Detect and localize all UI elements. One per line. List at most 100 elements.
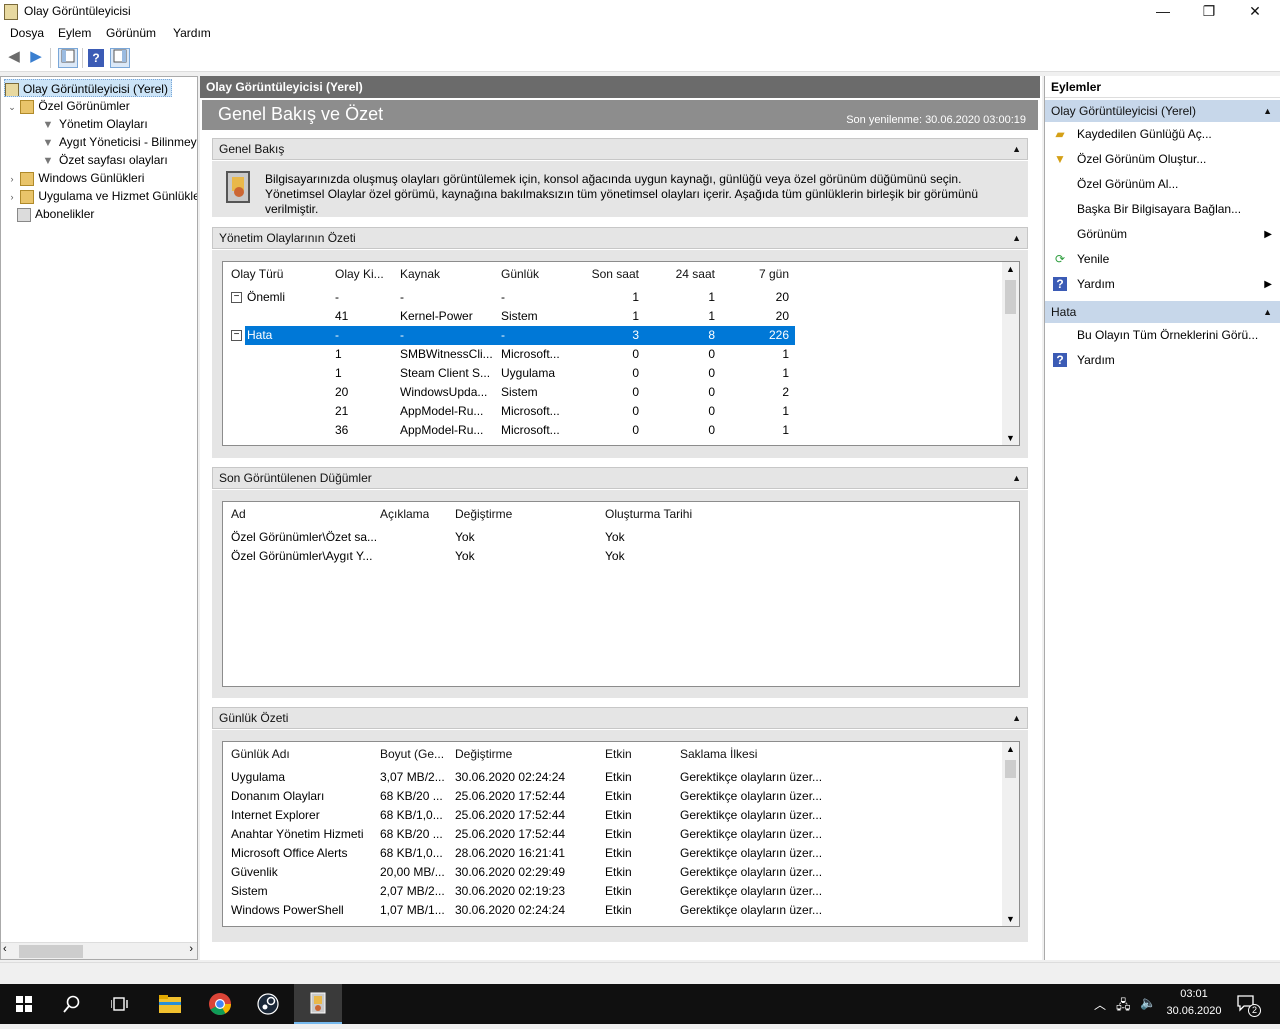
col-24-hours[interactable]: 24 saat xyxy=(645,265,715,284)
menu-gorunum[interactable]: Görünüm xyxy=(106,26,156,40)
col-name[interactable]: Ad xyxy=(231,505,246,524)
collapse-caret-icon[interactable]: ▲ xyxy=(1012,139,1021,159)
volume-icon[interactable]: 🔈 xyxy=(1140,995,1156,1011)
scroll-left-arrow-icon[interactable]: ‹ xyxy=(3,943,7,955)
expand-arrow-icon[interactable]: › xyxy=(7,170,17,187)
table-row[interactable]: 21 AppModel-Ru... Microsoft... 0 0 1 xyxy=(223,402,1003,421)
collapse-arrow-icon[interactable]: ⌄ xyxy=(7,98,17,115)
table-row[interactable]: Anahtar Yönetim Hizmeti 68 KB/20 ... 25.06… xyxy=(223,825,998,844)
table-row[interactable]: Microsoft Office Alerts 68 KB/1,0... 28.06… xyxy=(223,844,998,863)
show-hide-action-pane-icon[interactable] xyxy=(110,48,130,68)
start-windows-icon[interactable] xyxy=(0,984,48,1024)
table-row[interactable]: Donanım Olayları 68 KB/20 ... 25.06.2020 1… xyxy=(223,787,998,806)
steam-icon[interactable] xyxy=(244,984,292,1024)
section-overview-header[interactable]: Genel Bakış ▲ xyxy=(212,138,1028,160)
table-row[interactable]: Uygulama 3,07 MB/2... 30.06.2020 02:24:24 E… xyxy=(223,768,998,787)
close-button[interactable]: ✕ xyxy=(1232,0,1278,24)
menu-dosya[interactable]: Dosya xyxy=(10,26,44,40)
tree-subscriptions[interactable]: Abonelikler xyxy=(7,205,197,223)
tree-custom-views[interactable]: ⌄ Özel Görünümler xyxy=(7,97,197,115)
scroll-down-arrow-icon[interactable]: ▼ xyxy=(1006,433,1015,443)
network-icon[interactable]: 🖧 xyxy=(1116,996,1131,1018)
col-event-id[interactable]: Olay Ki... xyxy=(335,265,384,284)
collapse-caret-icon[interactable]: ▲ xyxy=(1012,228,1021,248)
table-row[interactable]: 1 Steam Client S... Uygulama 0 0 1 xyxy=(223,364,1003,383)
scrollbar-thumb[interactable] xyxy=(1005,280,1016,314)
action-connect-computer[interactable]: Başka Bir Bilgisayara Bağlan... xyxy=(1045,197,1280,222)
col-log-name[interactable]: Günlük Adı xyxy=(231,745,290,764)
scroll-up-arrow-icon[interactable]: ▲ xyxy=(1006,744,1015,754)
collapse-group-icon[interactable]: − xyxy=(231,292,242,303)
event-viewer-taskbar-icon[interactable] xyxy=(294,984,342,1024)
tree-root-event-viewer[interactable]: Olay Görüntüleyicisi (Yerel) xyxy=(4,79,172,97)
table-row[interactable]: Özel Görünümler\Aygıt Y... Yok Yok xyxy=(223,547,1013,566)
scroll-right-arrow-icon[interactable]: › xyxy=(189,943,193,955)
col-created[interactable]: Oluşturma Tarihi xyxy=(605,505,692,524)
table-row[interactable]: Güvenlik 20,00 MB/... 30.06.2020 02:29:49 E… xyxy=(223,863,998,882)
collapse-caret-icon[interactable]: ▲ xyxy=(1012,468,1021,488)
section-admin-summary-header[interactable]: Yönetim Olaylarının Özeti ▲ xyxy=(212,227,1028,249)
col-description[interactable]: Açıklama xyxy=(380,505,429,524)
log-vertical-scrollbar[interactable]: ▲ ▼ xyxy=(1002,742,1019,926)
maximize-button[interactable]: ❐ xyxy=(1186,0,1232,24)
scroll-up-arrow-icon[interactable]: ▲ xyxy=(1006,264,1015,274)
col-source[interactable]: Kaynak xyxy=(400,265,440,284)
action-group-event-viewer[interactable]: Olay Görüntüleyicisi (Yerel) ▲ xyxy=(1045,100,1280,122)
col-last-hour[interactable]: Son saat xyxy=(571,265,639,284)
table-row[interactable]: 41 Kernel-Power Sistem 1 1 20 xyxy=(223,307,1003,326)
action-import-custom-view[interactable]: Özel Görünüm Al... xyxy=(1045,172,1280,197)
section-log-summary-header[interactable]: Günlük Özeti ▲ xyxy=(212,707,1028,729)
action-group-error[interactable]: Hata ▲ xyxy=(1045,301,1280,323)
action-help-error[interactable]: ? Yardım xyxy=(1045,348,1280,373)
tree-app-service-logs[interactable]: › Uygulama ve Hizmet Günlükleri xyxy=(7,187,197,205)
minimize-button[interactable]: — xyxy=(1140,0,1186,24)
group-row[interactable]: − Önemli - - - 1 1 20 xyxy=(223,288,1003,307)
menu-eylem[interactable]: Eylem xyxy=(58,26,91,40)
col-enabled[interactable]: Etkin xyxy=(605,745,632,764)
col-size[interactable]: Boyut (Ge... xyxy=(380,745,444,764)
show-hidden-icons-chevron-icon[interactable]: ︿ xyxy=(1094,996,1106,1013)
clock-time[interactable]: 03:01 xyxy=(1166,988,1222,1000)
table-row[interactable]: 1 SMBWitnessCli... Microsoft... 0 0 1 xyxy=(223,345,1003,364)
collapse-caret-icon[interactable]: ▲ xyxy=(1012,708,1021,728)
collapse-caret-icon[interactable]: ▲ xyxy=(1263,301,1272,323)
scrollbar-thumb[interactable] xyxy=(19,945,83,958)
tree-windows-logs[interactable]: › Windows Günlükleri xyxy=(7,169,197,187)
show-hide-console-tree-icon[interactable] xyxy=(58,48,78,68)
table-row[interactable]: 36 AppModel-Ru... Microsoft... 0 0 1 xyxy=(223,421,1003,440)
action-help[interactable]: ? Yardım ▶ xyxy=(1045,272,1280,297)
scroll-down-arrow-icon[interactable]: ▼ xyxy=(1006,914,1015,924)
tree-item-device-manager[interactable]: ▼ Aygıt Yöneticisi - Bilinmeyen xyxy=(7,133,197,151)
action-open-saved-log[interactable]: ▰ Kaydedilen Günlüğü Aç... xyxy=(1045,122,1280,147)
table-row[interactable]: Özel Görünümler\Özet sa... Yok Yok xyxy=(223,528,1013,547)
collapse-caret-icon[interactable]: ▲ xyxy=(1263,100,1272,122)
chrome-icon[interactable] xyxy=(196,984,244,1024)
admin-vertical-scrollbar[interactable]: ▲ ▼ xyxy=(1002,262,1019,445)
table-row[interactable]: Internet Explorer 68 KB/1,0... 25.06.2020 … xyxy=(223,806,998,825)
col-retention[interactable]: Saklama İlkesi xyxy=(680,745,757,764)
col-modified[interactable]: Değiştirme xyxy=(455,505,512,524)
action-create-custom-view[interactable]: ▼ Özel Görünüm Oluştur... xyxy=(1045,147,1280,172)
tree-item-summary-events[interactable]: ▼ Özet sayfası olayları xyxy=(7,151,197,169)
scrollbar-thumb[interactable] xyxy=(1005,760,1016,778)
file-explorer-icon[interactable] xyxy=(146,984,194,1024)
col-event-type[interactable]: Olay Türü xyxy=(231,265,283,284)
tree-horizontal-scrollbar[interactable]: ‹ › xyxy=(1,942,197,959)
action-view-all-instances[interactable]: Bu Olayın Tüm Örneklerini Görü... xyxy=(1045,323,1280,348)
search-icon[interactable] xyxy=(48,984,96,1024)
menu-yardim[interactable]: Yardım xyxy=(173,26,211,40)
table-row[interactable]: Sistem 2,07 MB/2... 30.06.2020 02:19:23 Etk… xyxy=(223,882,998,901)
section-recent-nodes-header[interactable]: Son Görüntülenen Düğümler ▲ xyxy=(212,467,1028,489)
expand-arrow-icon[interactable]: › xyxy=(7,188,17,205)
collapse-group-icon[interactable]: − xyxy=(231,330,242,341)
action-refresh[interactable]: ⟳ Yenile xyxy=(1045,247,1280,272)
tree-item-admin-events[interactable]: ▼ Yönetim Olayları xyxy=(7,115,197,133)
col-modified[interactable]: Değiştirme xyxy=(455,745,512,764)
clock-date[interactable]: 30.06.2020 xyxy=(1162,1005,1226,1017)
col-log[interactable]: Günlük xyxy=(501,265,539,284)
group-row[interactable]: − Hata - - - 3 8 226 xyxy=(231,325,796,346)
help-icon[interactable]: ? xyxy=(88,49,104,67)
action-view[interactable]: Görünüm ▶ xyxy=(1045,222,1280,247)
back-arrow-icon[interactable]: ◀ xyxy=(4,48,24,68)
table-row[interactable]: Windows PowerShell 1,07 MB/1... 30.06.2020… xyxy=(223,901,998,920)
